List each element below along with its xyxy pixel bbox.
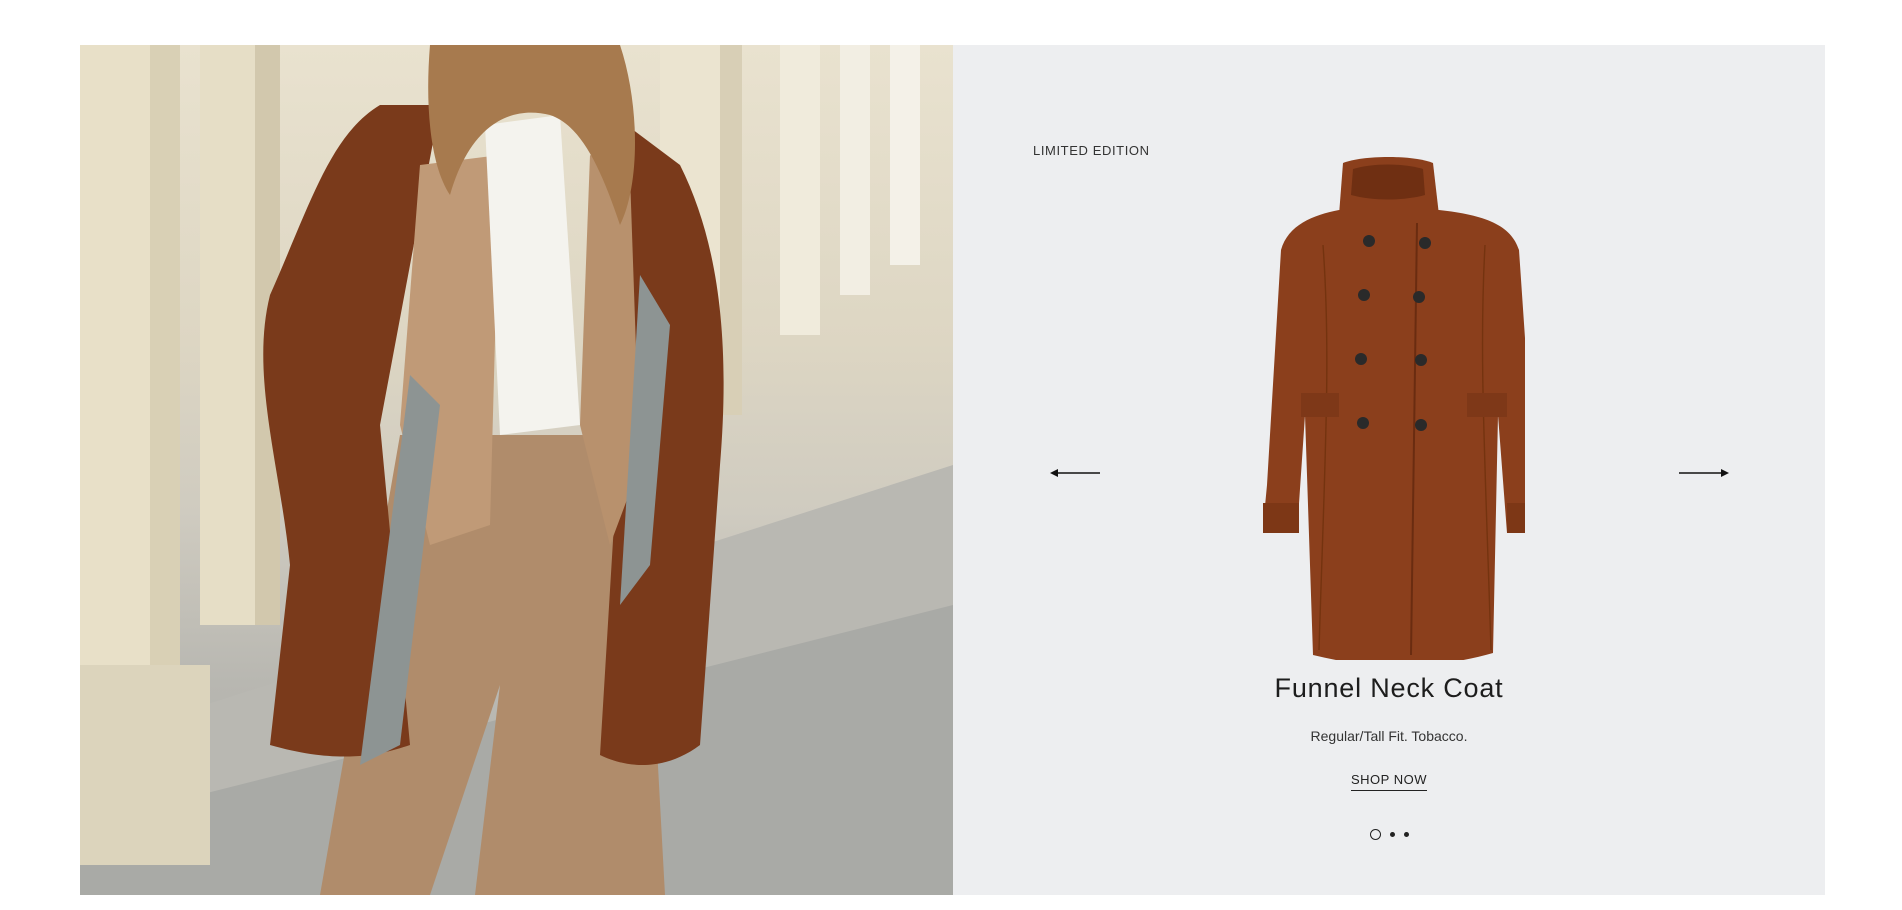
product-subtitle: Regular/Tall Fit. Tobacco. [1310, 728, 1468, 744]
product-image[interactable] [1253, 155, 1525, 660]
product-panel: LIMITED EDITION Funnel Neck Coat Regular… [953, 45, 1825, 895]
product-title: Funnel Neck Coat [1274, 673, 1504, 703]
shop-now-wrapper: SHOP NOW [953, 771, 1825, 791]
arrow-left-icon [1050, 469, 1100, 477]
arrow-right-icon [1679, 469, 1729, 477]
carousel-prev-button[interactable] [1048, 464, 1108, 482]
eyebrow-label: LIMITED EDITION [1033, 143, 1150, 158]
hero-carousel: LIMITED EDITION Funnel Neck Coat Regular… [80, 45, 1825, 895]
pagination-dot-3[interactable] [1403, 832, 1409, 837]
pagination-dot-1[interactable] [1369, 829, 1381, 840]
pagination-dot-2[interactable] [1389, 832, 1395, 837]
shop-now-link[interactable]: SHOP NOW [1351, 772, 1427, 791]
lifestyle-photo [80, 45, 953, 895]
carousel-next-button[interactable] [1671, 464, 1731, 482]
carousel-pagination [953, 829, 1825, 840]
